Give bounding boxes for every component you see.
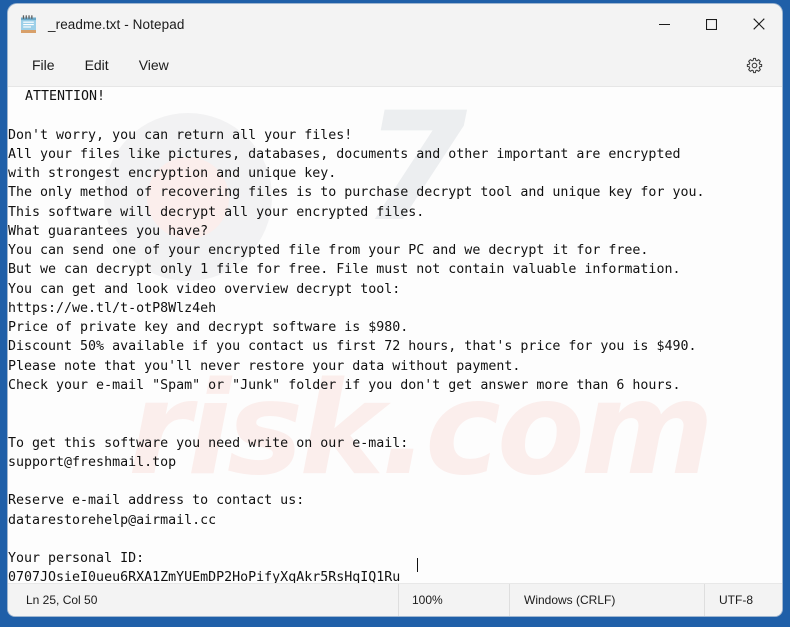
menu-item-view[interactable]: View xyxy=(128,52,180,78)
window-title: _readme.txt - Notepad xyxy=(48,16,185,32)
window-controls xyxy=(641,4,782,44)
menu-item-file[interactable]: File xyxy=(21,52,66,78)
document-text[interactable]: ATTENTION! Don't worry, you can return a… xyxy=(8,87,704,583)
notepad-window: _readme.txt - Notepad File Edit View 7 r… xyxy=(8,4,782,616)
menu-item-edit[interactable]: Edit xyxy=(74,52,120,78)
document-text-wrapper: ATTENTION! Don't worry, you can return a… xyxy=(8,87,782,583)
status-encoding[interactable]: UTF-8 xyxy=(704,584,782,616)
minimize-button[interactable] xyxy=(641,4,688,44)
notepad-icon xyxy=(20,14,37,34)
text-editor-area[interactable]: 7 risk.com ATTENTION! Don't worry, you c… xyxy=(8,87,782,583)
status-zoom-level[interactable]: 100% xyxy=(398,584,509,616)
status-cursor-position: Ln 25, Col 50 xyxy=(26,593,98,607)
maximize-button[interactable] xyxy=(688,4,735,44)
menu-bar: File Edit View xyxy=(8,44,782,87)
title-bar[interactable]: _readme.txt - Notepad xyxy=(8,4,782,44)
text-caret xyxy=(417,557,419,572)
close-button[interactable] xyxy=(735,4,782,44)
status-line-ending[interactable]: Windows (CRLF) xyxy=(509,584,704,616)
status-bar: Ln 25, Col 50 100% Windows (CRLF) UTF-8 xyxy=(8,583,782,616)
desktop-backdrop: _readme.txt - Notepad File Edit View 7 r… xyxy=(0,0,790,627)
gear-icon[interactable] xyxy=(738,49,770,81)
